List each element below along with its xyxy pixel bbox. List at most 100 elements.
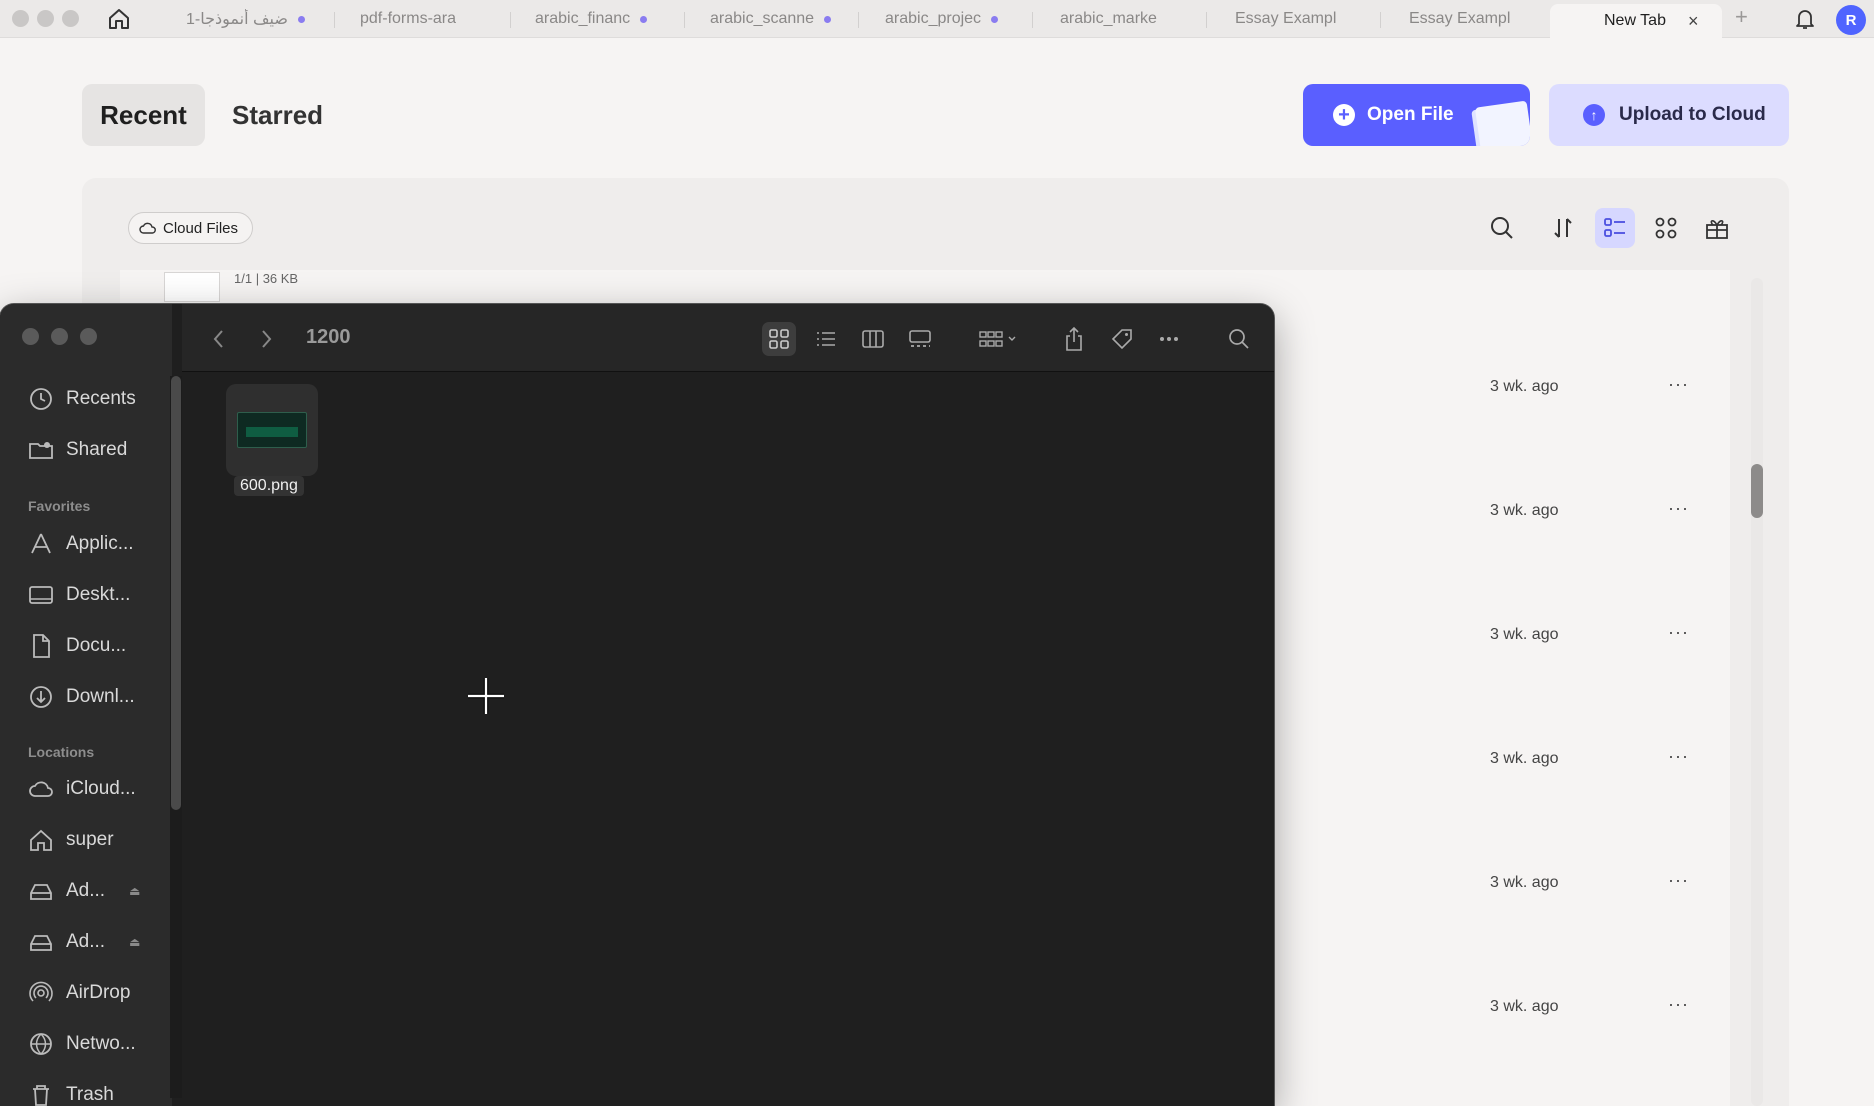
list-scrollbar-thumb[interactable] [1751, 464, 1763, 518]
row-more-button[interactable]: ··· [1668, 870, 1689, 891]
cloud-files-chip[interactable]: Cloud Files [128, 212, 254, 244]
list-view-button[interactable] [1595, 208, 1635, 248]
group-by-button[interactable] [976, 322, 1024, 356]
tab-4[interactable]: arabic_scanne [702, 4, 842, 34]
sidebar-item-recents[interactable]: Recents [28, 382, 136, 416]
row-more-button[interactable]: ··· [1668, 622, 1689, 643]
share-button[interactable] [1057, 322, 1091, 356]
avatar[interactable]: R [1836, 5, 1866, 35]
sidebar-item-drive-1[interactable]: Ad... ⏏ [28, 874, 140, 908]
bell-icon[interactable] [1792, 6, 1818, 32]
unsaved-dot-icon [991, 15, 999, 23]
gift-button[interactable] [1697, 208, 1737, 248]
download-icon [30, 686, 52, 708]
airdrop-icon [29, 981, 53, 1002]
row-modified-time: 3 wk. ago [1490, 626, 1559, 643]
sidebar-item-icloud[interactable]: iCloud... [28, 772, 136, 806]
sidebar-item-desktop[interactable]: Deskt... [28, 578, 130, 612]
favorites-heading: Favorites [28, 498, 91, 514]
sidebar-scrollbar-thumb[interactable] [171, 376, 181, 810]
sidebar-item-trash[interactable]: Trash [28, 1078, 114, 1106]
finder-minimize-button[interactable] [51, 328, 68, 345]
finder-search-button[interactable] [1222, 322, 1256, 356]
tab-new-tab[interactable]: New Tab × [1550, 4, 1722, 38]
tab-5[interactable]: arabic_projec [877, 4, 1017, 34]
sort-icon [1554, 218, 1572, 238]
minimize-window-button[interactable] [37, 10, 54, 27]
trash-icon [33, 1085, 49, 1106]
file-thumbnail[interactable] [164, 272, 220, 302]
close-window-button[interactable] [12, 10, 29, 27]
sidebar-item-network[interactable]: Netwo... [28, 1027, 136, 1061]
eject-icon[interactable]: ⏏ [129, 935, 140, 949]
search-button[interactable] [1482, 208, 1522, 248]
tab-8[interactable]: Essay Exampl [1401, 4, 1531, 34]
row-more-button[interactable]: ··· [1668, 498, 1689, 519]
row-modified-time: 3 wk. ago [1490, 998, 1559, 1015]
unsaved-dot-icon [297, 15, 305, 23]
more-icon [1160, 337, 1178, 341]
grid-view-icon [1655, 217, 1677, 239]
new-tab-button[interactable]: + [1735, 4, 1748, 30]
sidebar-item-downloads[interactable]: Downl... [28, 680, 135, 714]
row-modified-time: 3 wk. ago [1490, 874, 1559, 891]
home-icon[interactable] [106, 6, 132, 32]
finder-close-button[interactable] [22, 328, 39, 345]
tab-starred[interactable]: Starred [232, 84, 323, 146]
open-file-button[interactable]: + Open File [1303, 84, 1530, 146]
row-more-button[interactable]: ··· [1668, 374, 1689, 395]
back-icon[interactable] [208, 326, 230, 352]
tab-2[interactable]: pdf-forms-ara [352, 4, 482, 34]
sidebar-item-label: Recents [66, 388, 136, 409]
image-thumbnail-icon [237, 412, 307, 448]
file-item-600png[interactable] [226, 384, 318, 476]
home-icon [30, 829, 52, 851]
sidebar-item-documents[interactable]: Docu... [28, 629, 126, 663]
cloud-files-label: Cloud Files [163, 219, 239, 237]
icon-view-icon [769, 329, 789, 349]
tag-button[interactable] [1105, 322, 1139, 356]
search-icon [1229, 329, 1249, 349]
sidebar-item-applications[interactable]: Applic... [28, 527, 134, 561]
tab-recent[interactable]: Recent [82, 84, 205, 146]
icon-view-button[interactable] [762, 322, 796, 356]
sidebar-item-home[interactable]: super [28, 823, 114, 857]
document-illustration-icon [1474, 100, 1530, 146]
file-name-label[interactable]: 600.png [234, 476, 304, 496]
sort-button[interactable] [1543, 208, 1583, 248]
tab-7[interactable]: Essay Exampl [1227, 4, 1357, 34]
finder-sidebar: Recents Shared Favorites Applic... Deskt… [0, 304, 172, 1106]
sidebar-item-label: Docu... [66, 635, 127, 656]
document-icon [33, 634, 50, 658]
row-more-button[interactable]: ··· [1668, 746, 1689, 767]
tab-6[interactable]: arabic_marke [1052, 4, 1182, 34]
file-size: 36 KB [262, 271, 299, 286]
crosshair-cursor-icon [468, 678, 504, 714]
clock-icon [30, 388, 52, 410]
sidebar-item-shared[interactable]: Shared [28, 433, 127, 467]
finder-zoom-button[interactable] [80, 328, 97, 345]
list-view-icon [817, 332, 835, 346]
upload-to-cloud-button[interactable]: ↑ Upload to Cloud [1549, 84, 1789, 146]
gallery-view-button[interactable] [903, 322, 937, 356]
finder-folder-title: 1200 [306, 326, 351, 348]
list-scrollbar[interactable] [1751, 278, 1763, 1106]
drive-icon [30, 935, 52, 951]
column-view-button[interactable] [856, 322, 890, 356]
sidebar-item-airdrop[interactable]: AirDrop [28, 976, 130, 1010]
tab-3[interactable]: arabic_financ [527, 4, 667, 34]
eject-icon[interactable]: ⏏ [129, 884, 140, 898]
tab-label: Essay Exampl [1409, 10, 1511, 27]
search-icon [1491, 217, 1513, 239]
grid-view-button[interactable] [1646, 208, 1686, 248]
tab-1[interactable]: ضيف أنموذجا-1 [178, 4, 318, 34]
zoom-window-button[interactable] [62, 10, 79, 27]
row-modified-time: 3 wk. ago [1490, 502, 1559, 519]
tag-icon [1111, 329, 1132, 350]
row-more-button[interactable]: ··· [1668, 994, 1689, 1015]
more-actions-button[interactable] [1152, 322, 1186, 356]
list-view-button[interactable] [809, 322, 843, 356]
close-tab-icon[interactable]: × [1688, 11, 1699, 32]
forward-icon[interactable] [255, 326, 277, 352]
sidebar-item-drive-2[interactable]: Ad... ⏏ [28, 925, 140, 959]
